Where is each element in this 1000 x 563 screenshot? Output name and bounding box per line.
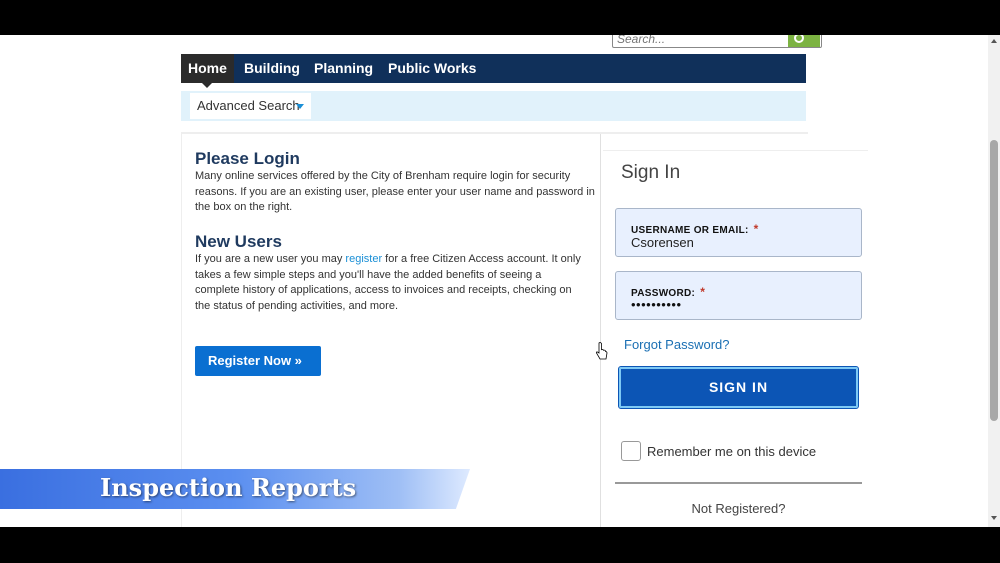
- username-input[interactable]: [631, 235, 851, 250]
- new-users-heading: New Users: [195, 232, 282, 251]
- video-caption-banner: Inspection Reports: [0, 469, 470, 509]
- signin-title: Sign In: [621, 162, 681, 183]
- advanced-search-dropdown[interactable]: Advanced Search: [190, 93, 311, 119]
- nav-public-works[interactable]: Public Works: [381, 54, 483, 83]
- subnav-bar: Advanced Search: [181, 91, 806, 121]
- scrollbar-thumb[interactable]: [990, 140, 998, 421]
- password-input[interactable]: ••••••••••: [631, 297, 682, 312]
- hand-cursor-icon: [596, 342, 608, 360]
- search-box: [612, 35, 822, 48]
- register-now-button[interactable]: Register Now »: [195, 346, 321, 376]
- search-icon[interactable]: [788, 35, 820, 47]
- please-login-text: Many online services offered by the City…: [195, 170, 595, 213]
- sign-in-button[interactable]: SIGN IN: [618, 366, 859, 409]
- caption-text: Inspection Reports: [100, 473, 357, 502]
- main-nav: Home Building Planning Public Works: [181, 54, 806, 88]
- username-label: USERNAME OR EMAIL: *: [631, 222, 759, 236]
- username-field[interactable]: USERNAME OR EMAIL: *: [615, 208, 862, 257]
- scroll-down-arrow-icon[interactable]: [988, 513, 1000, 523]
- signin-separator: [615, 482, 862, 484]
- signin-panel: Sign In USERNAME OR EMAIL:* PASSWORD:* •…: [603, 150, 868, 527]
- advanced-search-label: Advanced Search: [197, 98, 300, 113]
- password-field[interactable]: PASSWORD: * ••••••••••: [615, 271, 862, 320]
- new-users-text-before: If you are a new user you may: [195, 253, 346, 265]
- nav-building[interactable]: Building: [237, 54, 307, 83]
- register-link[interactable]: register: [345, 253, 382, 265]
- remember-me-label: Remember me on this device: [647, 444, 817, 459]
- not-registered-text: Not Registered?: [691, 501, 786, 516]
- video-letterbox-bottom: [0, 527, 1000, 563]
- scroll-up-arrow-icon[interactable]: [988, 37, 1000, 47]
- video-letterbox-top: [0, 0, 1000, 35]
- nav-planning[interactable]: Planning: [307, 54, 380, 83]
- new-users-text: If you are a new user you may register f…: [195, 252, 585, 314]
- remember-me-checkbox[interactable]: [621, 441, 641, 461]
- forgot-password-link[interactable]: Forgot Password?: [624, 337, 730, 352]
- required-asterisk: *: [753, 222, 759, 236]
- caret-down-icon: [296, 104, 304, 109]
- login-info-panel: Please Login Many online services offere…: [181, 134, 601, 527]
- browser-viewport: Home Building Planning Public Works Adva…: [0, 35, 988, 527]
- vertical-scrollbar[interactable]: [988, 35, 1000, 527]
- please-login-heading: Please Login: [195, 149, 300, 168]
- required-asterisk: *: [700, 285, 706, 299]
- search-input[interactable]: [617, 35, 787, 47]
- nav-home[interactable]: Home: [181, 54, 234, 88]
